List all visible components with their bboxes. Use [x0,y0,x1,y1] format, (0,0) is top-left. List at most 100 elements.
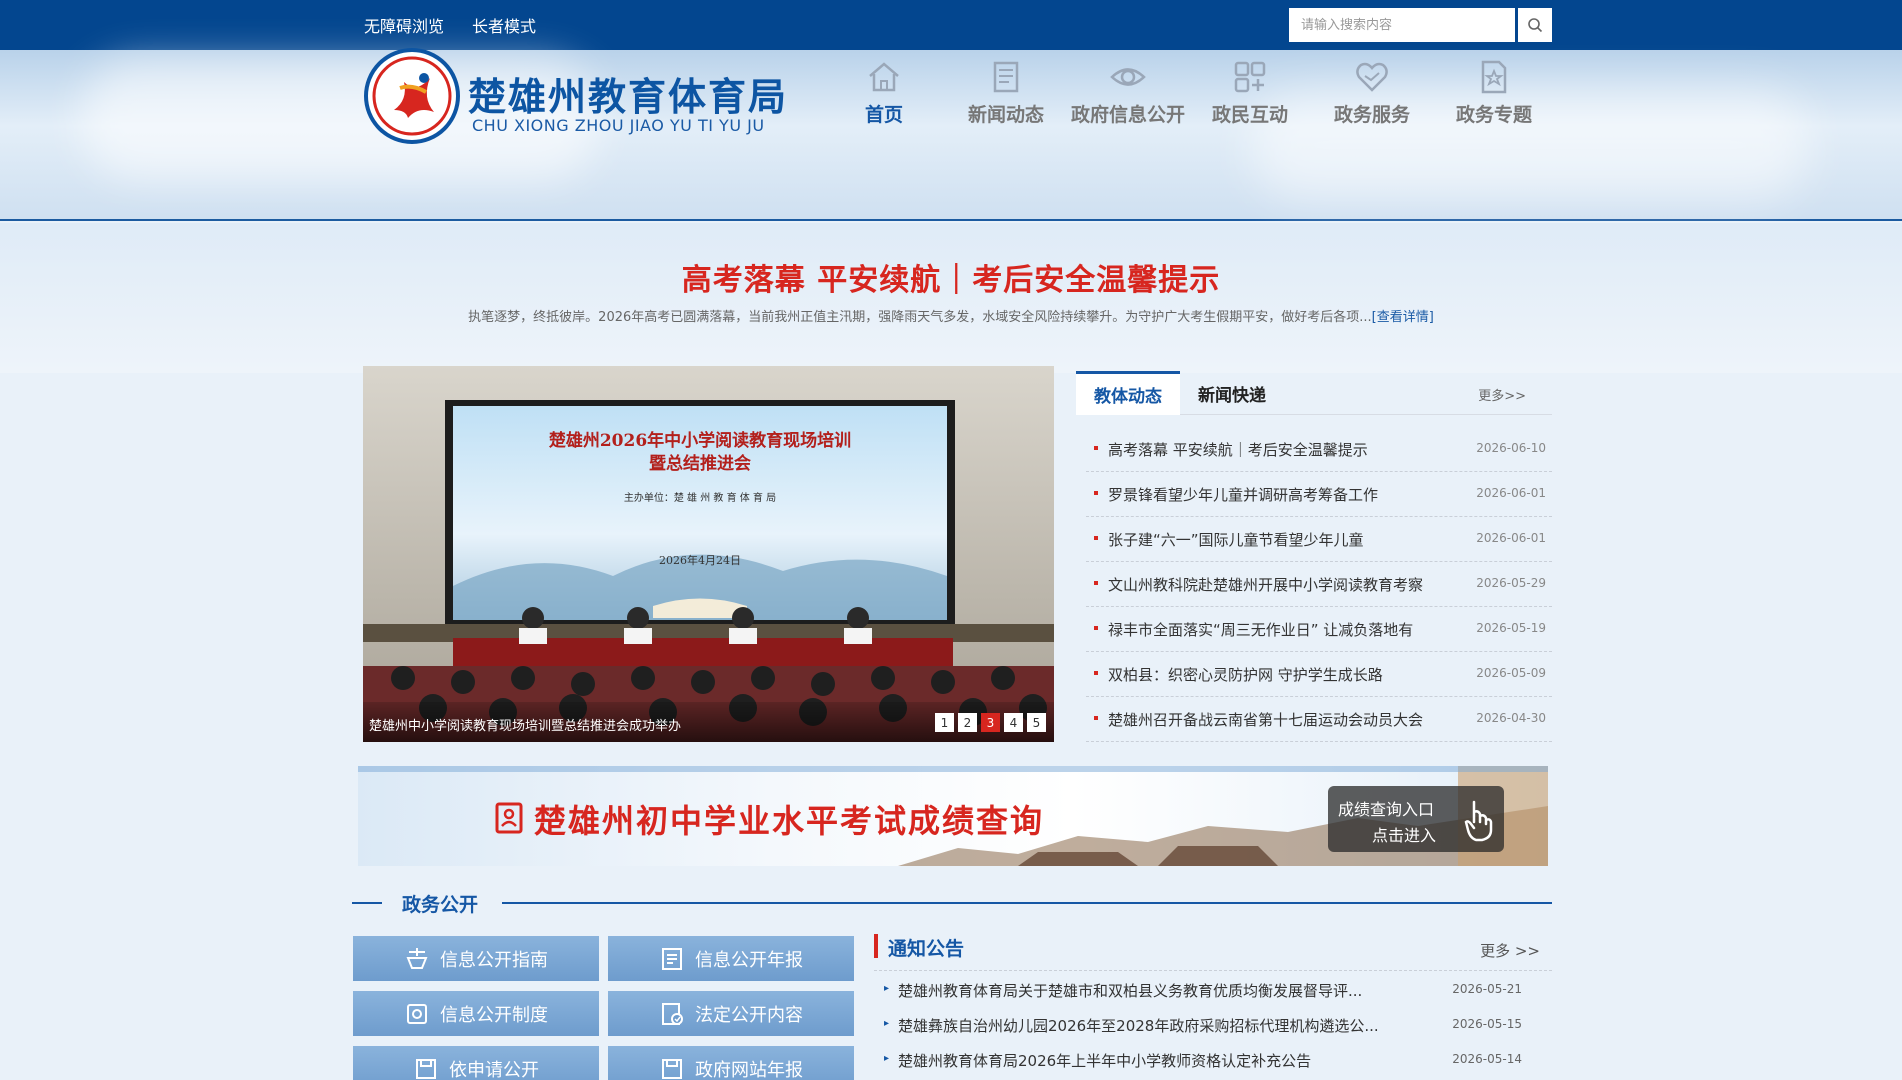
news-item-title: 禄丰市全面落实“周三无作业日” 让减负落地有 [1108,621,1414,639]
news-item-date: 2026-05-19 [1476,621,1546,635]
gov-button-label: 信息公开指南 [440,949,548,971]
headline-more-link[interactable]: [查看详情] [1372,310,1434,325]
screen-org: 主办单位：楚 雄 州 教 育 体 育 局 [624,491,776,504]
news-item[interactable]: 张子建“六一”国际儿童节看望少年儿童 2026-06-01 [1086,517,1552,562]
news-item-title: 楚雄州召开备战云南省第十七届运动会动员大会 [1108,711,1424,729]
notice-item-title: 楚雄彝族自治州幼儿园2026年至2028年政府采购招标代理机构遴选公... [898,1017,1379,1035]
site-title-pinyin: CHU XIONG ZHOU JIAO YU TI YU JU [472,116,765,135]
star-doc-icon [1481,60,1507,94]
accessibility-links: 无障碍浏览 长者模式 [364,13,536,37]
headline-title[interactable]: 高考落幕 平安续航｜考后安全温馨提示 [0,255,1902,299]
legal-content-button[interactable]: 法定公开内容 [608,991,854,1036]
score-query-title: 楚雄州初中学业水平考试成绩查询 [534,802,1045,840]
interaction-icon [1234,61,1266,93]
tab-news-express[interactable]: 新闻快递 [1192,371,1272,415]
website-report-icon [662,1058,682,1079]
info-system-button[interactable]: 信息公开制度 [353,991,599,1036]
gov-button-label: 信息公开年报 [695,949,803,971]
apply-icon [416,1058,436,1079]
gov-button-label: 信息公开制度 [440,1004,548,1026]
nav-label: 政民互动 [1211,104,1288,126]
info-annual-report-button[interactable]: 信息公开年报 [608,936,854,981]
news-item-date: 2026-06-10 [1476,441,1546,455]
gov-affairs-section-header: 政务公开 [352,888,1552,918]
news-item-date: 2026-06-01 [1476,486,1546,500]
info-guide-button[interactable]: 信息公开指南 [353,936,599,981]
notice-item-title: 楚雄州教育体育局关于楚雄市和双柏县义务教育优质均衡发展督导评... [898,982,1363,1000]
home-icon [869,62,899,92]
nav-label: 政府信息公开 [1070,104,1185,126]
notice-panel: 通知公告 更多 >> ▸ 楚雄州教育体育局关于楚雄市和双柏县义务教育优质均衡发展督… [874,932,1552,1080]
website-report-button[interactable]: 政府网站年报 [608,1046,854,1080]
guide-icon [406,947,428,969]
news-item[interactable]: 双柏县：织密心灵防护网 守护学生成长路 2026-05-09 [1086,652,1552,697]
news-more-link[interactable]: 更多>> [1478,385,1526,404]
news-item-date: 2026-04-30 [1476,711,1546,725]
notice-more-link[interactable]: 更多 >> [1480,940,1540,961]
news-item[interactable]: 罗景锋看望少年儿童并调研高考筹备工作 2026-06-01 [1086,472,1552,517]
nav-news[interactable]: 新闻动态 [945,58,1067,127]
news-item-title: 张子建“六一”国际儿童节看望少年儿童 [1108,531,1364,549]
news-item-title: 双柏县：织密心灵防护网 守护学生成长路 [1108,666,1383,684]
gov-button-label: 依申请公开 [449,1059,539,1080]
notice-item-date: 2026-05-15 [1452,1017,1522,1031]
notice-item-date: 2026-05-14 [1452,1052,1522,1066]
screen-date: 2026年4月24日 [659,553,741,567]
nav-interaction[interactable]: 政民互动 [1189,58,1311,127]
news-item-title: 文山州教科院赴楚雄州开展中小学阅读教育考察 [1108,576,1424,594]
top-bar: 无障碍浏览 长者模式 [0,0,1902,50]
score-query-entry-click: 点击进入 [1372,826,1437,845]
nav-label: 政务服务 [1333,104,1410,126]
nav-label: 首页 [864,104,903,126]
nav-label: 政务专题 [1455,104,1532,126]
nav-gov-info[interactable]: 政府信息公开 [1067,58,1189,127]
nav-home[interactable]: 首页 [823,58,945,127]
logo-emblem[interactable] [364,48,460,144]
notice-item-title: 楚雄州教育体育局2026年上半年中小学教师资格认定补充公告 [898,1052,1312,1070]
slider-page-1[interactable]: 1 [935,713,954,732]
notice-title: 通知公告 [888,938,965,960]
photo-slider[interactable]: 楚雄州2026年中小学阅读教育现场培训 暨总结推进会 主办单位：楚 雄 州 教 … [363,366,1054,742]
notice-list: ▸ 楚雄州教育体育局关于楚雄市和双柏县义务教育优质均衡发展督导评... 2026-0… [874,976,1552,1080]
system-icon [407,1003,427,1024]
notice-item[interactable]: ▸ 楚雄州教育体育局关于楚雄市和双柏县义务教育优质均衡发展督导评... 2026-0… [874,976,1552,1011]
news-item[interactable]: 高考落幕 平安续航｜考后安全温馨提示 2026-06-10 [1086,427,1552,472]
notice-item[interactable]: ▸ 楚雄彝族自治州幼儿园2026年至2028年政府采购招标代理机构遴选公... 20… [874,1011,1552,1046]
apply-disclosure-button[interactable]: 依申请公开 [353,1046,599,1080]
pointer-hand-icon [1464,800,1493,842]
news-item[interactable]: 楚雄州召开备战云南省第十七届运动会动员大会 2026-04-30 [1086,697,1552,742]
search-box [1289,8,1552,42]
elder-mode-link[interactable]: 长者模式 [472,13,536,37]
tab-education-news[interactable]: 教体动态 [1076,371,1180,415]
site-title: 楚雄州教育体育局 [468,75,789,119]
section-title: 政务公开 [402,894,479,916]
slider-page-5[interactable]: 5 [1027,713,1046,732]
headline-summary: 执笔逐梦，终抵彼岸。2026年高考已圆满落幕，当前我州正值主汛期，强降雨天气多发… [0,306,1902,325]
news-item[interactable]: 文山州教科院赴楚雄州开展中小学阅读教育考察 2026-05-29 [1086,562,1552,607]
search-icon [1528,18,1543,33]
search-button[interactable] [1518,8,1552,42]
nav-service[interactable]: 政务服务 [1311,58,1433,127]
legal-icon [662,1002,683,1025]
accessible-browse-link[interactable]: 无障碍浏览 [364,13,444,37]
slide-photo: 楚雄州2026年中小学阅读教育现场培训 暨总结推进会 主办单位：楚 雄 州 教 … [363,366,1054,742]
slider-page-4[interactable]: 4 [1004,713,1023,732]
main-nav: 首页 新闻动态 政府信息公开 政民互动 政务服务 政务专题 [823,58,1555,127]
notice-item-date: 2026-05-21 [1452,982,1522,996]
news-item-date: 2026-05-29 [1476,576,1546,590]
slider-page-3[interactable]: 3 [981,713,1000,732]
slider-page-2[interactable]: 2 [958,713,977,732]
news-item-title: 罗景锋看望少年儿童并调研高考筹备工作 [1108,486,1379,504]
search-input[interactable] [1289,8,1515,42]
report-icon [662,947,682,970]
score-query-entry-label: 成绩查询入口 [1338,800,1435,819]
score-query-banner[interactable]: 楚雄州初中学业水平考试成绩查询 成绩查询入口 点击进入 [358,766,1548,866]
eye-icon [1110,68,1146,86]
slide-caption-text[interactable]: 楚雄州中小学阅读教育现场培训暨总结推进会成功举办 [369,715,681,734]
news-item-date: 2026-05-09 [1476,666,1546,680]
nav-topics[interactable]: 政务专题 [1433,58,1555,127]
notice-item[interactable]: ▸ 楚雄州教育体育局2026年上半年中小学教师资格认定补充公告 2026-05-14 [874,1046,1552,1080]
news-item-date: 2026-06-01 [1476,531,1546,545]
score-query-entry[interactable]: 成绩查询入口 点击进入 [1328,786,1504,852]
news-item[interactable]: 禄丰市全面落实“周三无作业日” 让减负落地有 2026-05-19 [1086,607,1552,652]
